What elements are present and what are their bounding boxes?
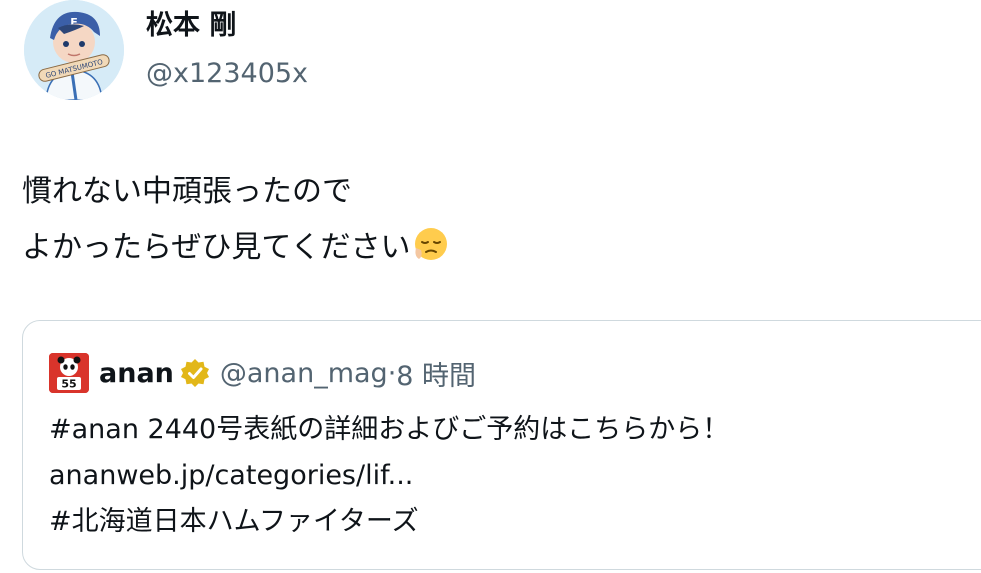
author-display-name[interactable]: 松本 剛 <box>146 6 236 46</box>
quoted-tweet-text: #anan 2440号表紙の詳細およびご予約はこちらから！ ananweb.jp… <box>49 407 729 545</box>
author-handle[interactable]: @x123405x <box>146 54 308 94</box>
svg-text:55: 55 <box>61 378 76 391</box>
tweet-text-line: 慣れない中頑張ったので <box>22 174 352 209</box>
verified-badge-icon <box>180 359 209 387</box>
quoted-author-name[interactable]: anan <box>99 358 174 389</box>
tweet-text-line: よかったらぜひ見てください <box>22 220 449 276</box>
meta-separator: · <box>387 357 397 389</box>
quoted-tweet-hashtag[interactable]: #北海道日本ハムファイターズ <box>49 499 729 545</box>
quoted-author-avatar[interactable]: 55 <box>49 353 89 393</box>
pensive-face-icon <box>414 228 447 260</box>
anan-panda-logo-icon: 55 <box>49 353 89 393</box>
quoted-author-handle[interactable]: @anan_mag <box>220 358 388 389</box>
quoted-tweet-card[interactable]: 55 anan @anan_mag · 8 時間 #anan 2440号表紙の詳… <box>22 320 981 570</box>
player-illustration-icon: F GO MATSUMOTO <box>24 0 124 100</box>
quoted-tweet-link[interactable]: ananweb.jp/categories/lif... <box>49 453 729 499</box>
quoted-tweet-header: 55 anan @anan_mag · 8 時間 <box>49 353 476 393</box>
quoted-tweet-line: #anan 2440号表紙の詳細およびご予約はこちらから！ <box>49 414 730 445</box>
quoted-tweet-time[interactable]: 8 時間 <box>396 354 476 393</box>
tweet-text: 慣れない中頑張ったので よかったらぜひ見てください <box>22 164 449 276</box>
author-avatar[interactable]: F GO MATSUMOTO <box>24 0 124 100</box>
